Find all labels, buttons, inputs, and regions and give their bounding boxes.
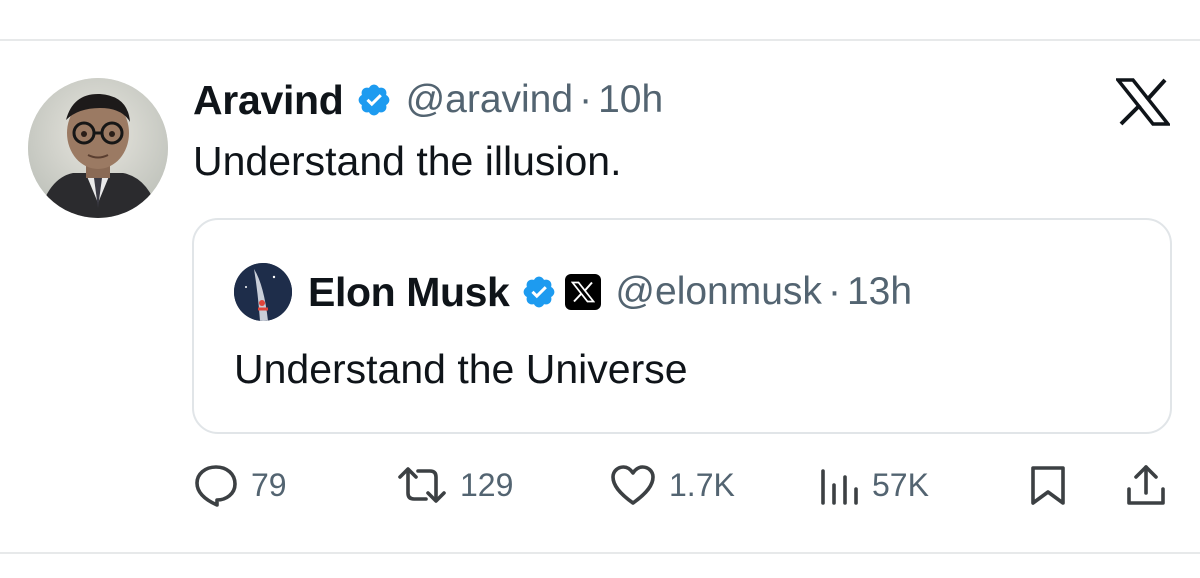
x-logo-icon xyxy=(1116,78,1170,126)
quoted-timestamp: 13h xyxy=(846,270,913,313)
x-affiliation-icon xyxy=(565,274,602,310)
heart-icon xyxy=(611,465,655,505)
bookmark-icon xyxy=(1031,466,1065,505)
top-divider xyxy=(0,39,1200,41)
views-button[interactable]: 57K xyxy=(818,463,929,507)
like-count: 1.7K xyxy=(669,466,735,503)
quoted-tweet-header: Elon Musk @elonmusk · 13h xyxy=(234,263,913,321)
repost-count: 129 xyxy=(460,466,514,503)
avatar-image xyxy=(28,78,168,218)
separator-dot: · xyxy=(827,270,841,313)
separator-dot: · xyxy=(579,78,593,121)
reply-button[interactable]: 79 xyxy=(193,463,287,507)
bookmark-button[interactable] xyxy=(1028,463,1068,507)
tweet-actions-bar: 79 129 1.7K 57K xyxy=(0,463,1200,513)
timestamp[interactable]: 10h xyxy=(598,78,663,122)
share-button[interactable] xyxy=(1124,463,1168,509)
quoted-tweet-text: Understand the Universe xyxy=(234,346,688,392)
reply-icon xyxy=(195,465,237,507)
repost-button[interactable]: 129 xyxy=(396,463,513,507)
bottom-divider xyxy=(0,552,1200,554)
views-chart-icon xyxy=(821,469,858,505)
author-handle[interactable]: @aravind xyxy=(406,78,574,122)
verified-badge-icon xyxy=(524,276,555,308)
reply-count: 79 xyxy=(251,466,287,503)
quoted-author-name: Elon Musk xyxy=(308,268,510,315)
quoted-avatar xyxy=(234,263,292,321)
views-count: 57K xyxy=(872,466,929,503)
like-button[interactable]: 1.7K xyxy=(609,463,735,507)
tweet-text: Understand the illusion. xyxy=(193,138,622,184)
share-icon xyxy=(1127,465,1165,505)
quoted-author-handle: @elonmusk xyxy=(615,270,822,313)
repost-icon xyxy=(398,467,446,503)
author-name[interactable]: Aravind xyxy=(193,77,344,124)
quoted-tweet-card[interactable]: Elon Musk @elonmusk · 13h Understand the… xyxy=(192,218,1172,434)
verified-badge-icon xyxy=(358,84,389,116)
avatar[interactable] xyxy=(28,78,168,218)
tweet-header: Aravind @aravind · 10h xyxy=(193,76,663,124)
